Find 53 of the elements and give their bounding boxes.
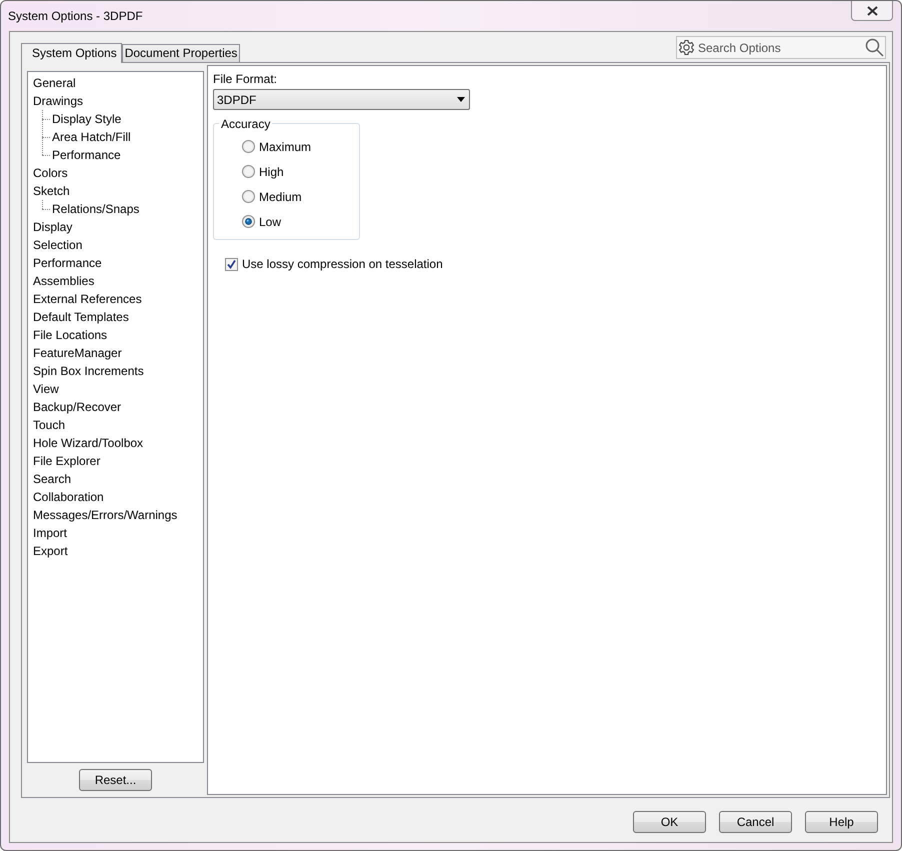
tree-item[interactable]: Assemblies xyxy=(33,272,94,290)
search-icon[interactable] xyxy=(865,38,884,57)
radio-button[interactable] xyxy=(242,140,255,153)
tree-item[interactable]: Backup/Recover xyxy=(33,398,122,416)
radio-label[interactable]: Medium xyxy=(259,190,302,204)
tree-item[interactable]: Colors xyxy=(33,164,68,182)
tree-item[interactable]: Default Templates xyxy=(33,308,129,326)
tree-item[interactable]: Performance xyxy=(33,254,102,272)
tree-item[interactable]: Collaboration xyxy=(33,488,104,506)
tree-item[interactable]: Area Hatch/Fill xyxy=(52,128,131,146)
tree-item[interactable]: Hole Wizard/Toolbox xyxy=(33,434,144,452)
tree-item[interactable]: Sketch xyxy=(33,182,70,200)
radio-label[interactable]: Maximum xyxy=(259,140,312,154)
checkbox[interactable] xyxy=(225,258,238,270)
dialog-button[interactable]: Cancel xyxy=(719,811,792,833)
tree-item[interactable]: General xyxy=(33,74,76,92)
settings-icon xyxy=(678,39,695,56)
field-label: File Format: xyxy=(213,72,278,86)
tree-item[interactable]: Spin Box Increments xyxy=(33,362,144,380)
checkbox-label[interactable]: Use lossy compression on tesselation xyxy=(242,257,443,271)
dialog-button[interactable]: OK xyxy=(633,811,706,833)
tree-item[interactable]: Messages/Errors/Warnings xyxy=(33,506,178,524)
tree-item[interactable]: Display Style xyxy=(52,110,122,128)
tree-item[interactable]: Export xyxy=(33,542,68,560)
tree-item[interactable]: FeatureManager xyxy=(33,344,122,362)
tree-item[interactable]: File Locations xyxy=(33,326,108,344)
dialog-button[interactable]: Help xyxy=(805,811,878,833)
file-format-dropdown[interactable]: 3DPDF xyxy=(213,89,470,110)
tree-item[interactable]: View xyxy=(33,380,59,398)
reset-button[interactable]: Reset... xyxy=(79,769,152,791)
tree-item[interactable]: File Explorer xyxy=(33,452,100,470)
close-button[interactable] xyxy=(851,1,893,21)
tree-item[interactable]: External References xyxy=(33,290,142,308)
tab[interactable]: System Options xyxy=(21,43,122,63)
window-title: System Options - 3DPDF xyxy=(8,9,143,23)
tree-item[interactable]: Relations/Snaps xyxy=(52,200,140,218)
tree-item[interactable]: Import xyxy=(33,524,68,542)
search-field[interactable]: Search Options xyxy=(676,36,886,59)
radio-label[interactable]: High xyxy=(259,164,284,178)
tree-item[interactable]: Display xyxy=(33,218,72,236)
tree-item[interactable]: Search xyxy=(33,470,72,488)
radio-button[interactable] xyxy=(242,165,255,178)
close-icon xyxy=(866,6,878,16)
tree-item[interactable]: Selection xyxy=(33,236,82,254)
tree-item[interactable]: Performance xyxy=(52,146,121,164)
tab[interactable]: Document Properties xyxy=(122,44,240,62)
caret-icon xyxy=(457,97,465,102)
group-title: Accuracy xyxy=(219,117,272,131)
radio-button[interactable] xyxy=(242,215,255,228)
radio-button[interactable] xyxy=(242,190,255,203)
radio-label[interactable]: Low xyxy=(259,214,282,228)
tree-item[interactable]: Drawings xyxy=(33,92,84,110)
tree-item[interactable]: Touch xyxy=(33,416,66,434)
